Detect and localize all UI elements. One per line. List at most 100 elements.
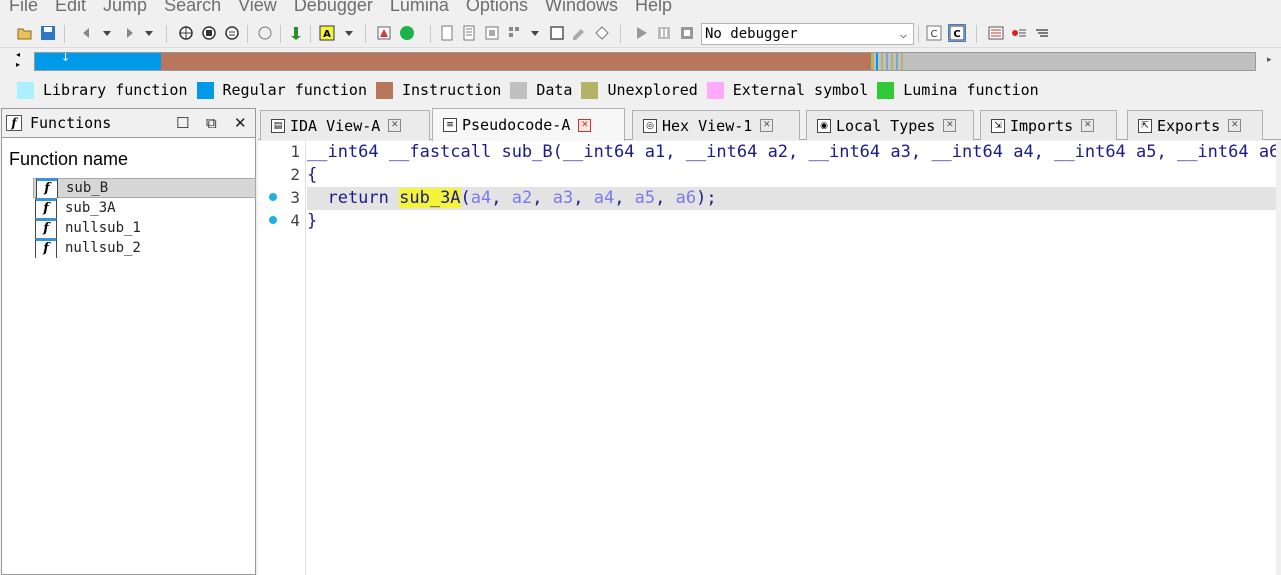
code-line-current[interactable]: return sub_3A(a4, a2, a3, a4, a5, a6);: [307, 187, 1281, 210]
square-icon[interactable]: [548, 24, 566, 42]
legend-swatch: [196, 81, 214, 99]
list-dot-icon[interactable]: [1010, 24, 1028, 42]
menu-file[interactable]: File: [9, 0, 38, 16]
list-lines-icon[interactable]: [1033, 24, 1051, 42]
legend: Library function Regular function Instru…: [0, 76, 1281, 104]
tab-label: Pseudocode-A: [462, 116, 571, 134]
tab-imports[interactable]: ⇲ Imports ✕: [980, 110, 1117, 140]
menu-view[interactable]: View: [238, 0, 277, 16]
nav-pointer-icon: ↓: [61, 52, 71, 64]
code-line[interactable]: __int64 __fastcall sub_B(__int64 a1, __i…: [307, 141, 1281, 164]
graph-view-icon[interactable]: [200, 24, 218, 42]
hex-view-icon: ◎: [643, 118, 657, 133]
chevron-down-icon: ⌵: [899, 27, 907, 41]
tab-label: IDA View-A: [290, 116, 381, 135]
green-circle-icon[interactable]: [398, 24, 416, 42]
proximity-icon[interactable]: [256, 24, 274, 42]
maximize-icon[interactable]: ☐: [176, 114, 189, 132]
jump-down-icon[interactable]: [287, 24, 305, 42]
open-file-icon[interactable]: [16, 24, 34, 42]
start-debug-icon[interactable]: [632, 24, 650, 42]
highlight-dropdown-icon[interactable]: [340, 24, 358, 42]
highlighted-identifier[interactable]: sub_3A: [399, 188, 461, 208]
close-icon[interactable]: ✕: [234, 114, 247, 132]
function-row[interactable]: f nullsub_1: [33, 218, 256, 238]
code-line[interactable]: {: [307, 164, 1281, 187]
svg-text:C: C: [931, 29, 938, 40]
forward-icon[interactable]: [120, 24, 138, 42]
back-dropdown-icon[interactable]: [98, 24, 116, 42]
legend-swatch: [706, 81, 724, 99]
menu-debugger[interactable]: Debugger: [294, 0, 373, 16]
function-name: nullsub_1: [65, 220, 141, 236]
patch-icon[interactable]: [570, 24, 588, 42]
legend-label: Lumina function: [903, 81, 1039, 99]
highlight-icon[interactable]: A: [318, 24, 336, 42]
tab-label: Local Types: [836, 116, 936, 135]
stop-sign-icon[interactable]: [375, 24, 393, 42]
line-number: 1: [290, 142, 300, 161]
function-icon: f: [35, 238, 57, 258]
tab-close-icon[interactable]: ✕: [760, 119, 774, 132]
function-name-column-header[interactable]: Function name: [9, 149, 128, 170]
code-icon[interactable]: [438, 24, 456, 42]
menu-options[interactable]: Options: [466, 0, 528, 16]
save-icon[interactable]: [39, 24, 57, 42]
back-icon[interactable]: [78, 24, 96, 42]
menu-help[interactable]: Help: [635, 0, 672, 16]
navigation-bar[interactable]: ↓: [34, 52, 1256, 71]
legend-item: Library function: [17, 81, 188, 99]
data-icon[interactable]: [460, 24, 478, 42]
tab-close-icon[interactable]: ✕: [578, 118, 592, 132]
struct-icon[interactable]: [483, 24, 501, 42]
function-row[interactable]: f nullsub_2: [33, 238, 256, 258]
menu-search[interactable]: Search: [164, 0, 221, 16]
tab-label: Hex View-1: [662, 116, 753, 135]
function-row[interactable]: f sub_3A: [33, 198, 256, 218]
tab-ida-view-a[interactable]: ▤ IDA View-A ✕: [260, 110, 430, 140]
grid-dropdown-icon[interactable]: [526, 24, 544, 42]
pseudocode-editor[interactable]: 1 2 3 4 __int64 __fastcall sub_B(__int64…: [258, 141, 1281, 575]
function-row[interactable]: f sub_B: [33, 178, 256, 198]
nav-arrows-icon[interactable]: ◂ ▸: [16, 50, 28, 74]
tab-close-icon[interactable]: ✕: [388, 119, 402, 132]
restore-icon[interactable]: ⧉: [206, 114, 217, 132]
legend-label: Data: [536, 81, 573, 99]
text-view-icon[interactable]: [223, 24, 241, 42]
tab-close-icon[interactable]: ✕: [1228, 119, 1242, 132]
stop-icon[interactable]: [678, 24, 696, 42]
menu-edit[interactable]: Edit: [55, 0, 86, 16]
menu-lumina[interactable]: Lumina: [390, 0, 449, 16]
globe-icon[interactable]: [177, 24, 195, 42]
diamond-icon[interactable]: [593, 24, 611, 42]
grid-icon[interactable]: [506, 24, 524, 42]
legend-label: Regular function: [222, 81, 368, 99]
local-types-icon: ◉: [817, 118, 831, 133]
svg-text:C: C: [953, 29, 960, 40]
scrollbar[interactable]: [1276, 141, 1281, 575]
exports-icon: ⇱: [1138, 118, 1152, 133]
line-number: 4: [290, 211, 300, 230]
tab-pseudocode-a[interactable]: ≡ Pseudocode-A ✕: [432, 108, 625, 141]
tab-close-icon[interactable]: ✕: [943, 119, 957, 132]
tab-exports[interactable]: ⇱ Exports ✕: [1127, 110, 1263, 140]
ida-view-icon: ▤: [271, 118, 285, 133]
c-pseudocode-icon[interactable]: C: [948, 24, 966, 42]
line-number: 3: [290, 188, 300, 207]
forward-dropdown-icon[interactable]: [140, 24, 158, 42]
debugger-select-value: No debugger: [705, 26, 798, 42]
pause-icon[interactable]: [655, 24, 673, 42]
tab-hex-view-1[interactable]: ◎ Hex View-1 ✕: [632, 110, 800, 140]
tab-label: Imports: [1010, 116, 1074, 135]
list-red-icon[interactable]: [987, 24, 1005, 42]
code-line[interactable]: }: [307, 210, 1281, 233]
menu-windows[interactable]: Windows: [545, 0, 618, 16]
tab-close-icon[interactable]: ✕: [1081, 119, 1095, 132]
function-icon: f: [6, 115, 22, 131]
debugger-select[interactable]: No debugger ⌵: [701, 23, 914, 45]
legend-item: Instruction: [376, 81, 501, 99]
menu-jump[interactable]: Jump: [103, 0, 147, 16]
c-outline-icon[interactable]: C: [925, 24, 943, 42]
tab-local-types[interactable]: ◉ Local Types ✕: [806, 110, 974, 140]
nav-right-arrow-icon[interactable]: ▸: [1267, 55, 1272, 65]
